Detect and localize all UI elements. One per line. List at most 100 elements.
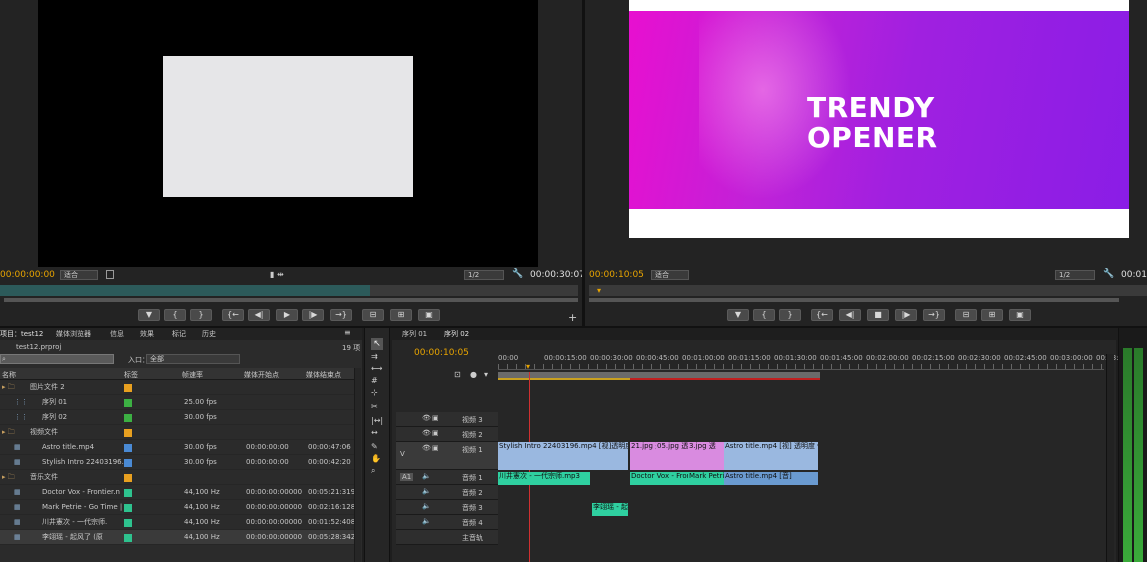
list-item[interactable]: ▸ 🗀 音乐文件	[0, 470, 354, 485]
image-clip[interactable]: 3.jpg 透	[688, 442, 724, 470]
source-insert-button[interactable]: ⊟	[362, 309, 384, 321]
entry-select[interactable]: 全部	[146, 354, 240, 364]
selection-tool-icon[interactable]: ↖	[371, 338, 383, 350]
ripple-edit-tool-icon[interactable]: ⟷	[371, 364, 382, 373]
program-extract-button[interactable]: ⊞	[981, 309, 1003, 321]
audio-clip[interactable]: Doctor Vox - Fron	[630, 472, 688, 485]
tab-info[interactable]: 信息	[110, 329, 124, 339]
program-step-forward-button[interactable]: |▶	[895, 309, 917, 321]
tab-effects[interactable]: 效果	[140, 329, 154, 339]
source-timecode[interactable]: 00:00:00:00	[0, 270, 55, 280]
program-settings-icon[interactable]: 🔧	[1103, 269, 1114, 279]
source-fit-select[interactable]: 适合	[60, 270, 98, 280]
tab-history[interactable]: 历史	[202, 329, 216, 339]
col-name[interactable]: 名称	[2, 370, 16, 380]
list-item[interactable]: ▦ Doctor Vox - Frontier.n 44,100 Hz 00:00:0…	[0, 485, 354, 500]
list-item[interactable]: ▦ Mark Petrie - Go Time | 44,100 Hz 00:00:0…	[0, 500, 354, 515]
eye-icon[interactable]: 👁	[422, 414, 431, 422]
source-zoom-bar[interactable]	[4, 298, 578, 302]
lock-icon[interactable]: ▣	[432, 444, 439, 452]
audio-clip[interactable]: Astro title.mp4 [音]	[724, 472, 818, 485]
program-mark-in-button[interactable]: ▼	[727, 309, 749, 321]
source-mark-out-button[interactable]: }	[190, 309, 212, 321]
label-color-swatch[interactable]	[124, 474, 132, 482]
image-clip[interactable]: 05.jpg 透	[656, 442, 688, 470]
speaker-icon[interactable]: 🔈	[422, 517, 431, 525]
program-scrub-bar[interactable]: ▾	[589, 285, 1147, 296]
search-input[interactable]: ⌕	[0, 354, 114, 364]
program-lift-button[interactable]: ⊟	[955, 309, 977, 321]
list-item[interactable]: ▦ Astro title.mp4 30.00 fps 00:00:00:00 00:0…	[0, 440, 354, 455]
speaker-icon[interactable]: 🔈	[422, 502, 431, 510]
source-go-out-button[interactable]: →}	[330, 309, 352, 321]
source-scrub-bar[interactable]	[0, 285, 578, 296]
source-add-button-icon[interactable]: +	[568, 311, 577, 324]
program-mark-in-point-button[interactable]: {	[753, 309, 775, 321]
lock-icon[interactable]: ▣	[432, 414, 439, 422]
rate-stretch-tool-icon[interactable]: ⊹	[371, 388, 378, 397]
source-resolution-select[interactable]: 1/2	[464, 270, 504, 280]
marker-icon[interactable]: ●	[470, 370, 477, 379]
tab-sequence-01[interactable]: 序列 01	[402, 329, 427, 339]
slip-tool-icon[interactable]: |↔|	[371, 416, 383, 425]
audio-clip[interactable]: 李翊瑶 - 起	[592, 503, 628, 516]
tab-markers[interactable]: 标记	[172, 329, 186, 339]
pen-tool-icon[interactable]: ✎	[371, 442, 378, 451]
label-color-swatch[interactable]	[124, 459, 132, 467]
program-go-in-button[interactable]: {←	[811, 309, 833, 321]
program-export-frame-button[interactable]: ▣	[1009, 309, 1031, 321]
label-color-swatch[interactable]	[124, 504, 132, 512]
label-color-swatch[interactable]	[124, 384, 132, 392]
add-marker-icon[interactable]: ▾	[484, 370, 488, 379]
source-overwrite-button[interactable]: ⊞	[390, 309, 412, 321]
track-area[interactable]: Stylish Intro 22403196.mp4 [视]透明度 ▾ 21.j…	[498, 412, 1104, 552]
tab-media-browser[interactable]: 媒体浏览器	[56, 329, 91, 339]
program-zoom-bar[interactable]	[589, 298, 1119, 302]
col-media-end[interactable]: 媒体结束点	[306, 370, 341, 380]
col-label[interactable]: 标签	[124, 370, 138, 380]
audio-clip[interactable]: Mark Petri	[688, 472, 724, 485]
a1-source-patch[interactable]: A1	[400, 473, 414, 481]
slide-tool-icon[interactable]: ↔	[371, 428, 378, 437]
label-color-swatch[interactable]	[124, 444, 132, 452]
label-color-swatch[interactable]	[124, 429, 132, 437]
image-clip[interactable]: 21.jpg 透	[630, 442, 656, 470]
track-select-tool-icon[interactable]: ⇉	[371, 352, 378, 361]
source-play-button[interactable]: ▶	[276, 309, 298, 321]
program-mark-out-button[interactable]: }	[779, 309, 801, 321]
list-item[interactable]: ▦ 李翊瑶 - 起风了 (原 44,100 Hz 00:00:00:00000 00:0…	[0, 530, 354, 545]
label-color-swatch[interactable]	[124, 399, 132, 407]
audio-clip[interactable]: 川井憲次 - 一代宗师.mp3	[498, 472, 590, 485]
video-clip[interactable]: Astro title.mp4 [视] 透明度 ▾	[724, 442, 818, 470]
source-go-in-button[interactable]: {←	[222, 309, 244, 321]
program-playhead-icon[interactable]: ▾	[597, 286, 601, 295]
playhead-marker-icon[interactable]: ▾	[526, 362, 530, 371]
program-timecode[interactable]: 00:00:10:05	[589, 270, 644, 280]
label-color-swatch[interactable]	[124, 534, 132, 542]
video-clip[interactable]: Stylish Intro 22403196.mp4 [视]透明度 ▾	[498, 442, 628, 470]
razor-tool-icon[interactable]: ✂	[371, 402, 378, 411]
time-ruler[interactable]: 00:00 00:00:15:00 00:00:30:00 00:00:45:00 00…	[498, 354, 1123, 382]
zoom-tool-icon[interactable]: ⌕	[371, 466, 375, 476]
list-item[interactable]: ▦ 川井憲次 - 一代宗师. 44,100 Hz 00:00:00:00000 00:0…	[0, 515, 354, 530]
source-mark-in-point-button[interactable]: {	[164, 309, 186, 321]
project-scrollbar[interactable]	[354, 368, 361, 562]
label-color-swatch[interactable]	[124, 489, 132, 497]
program-stop-button[interactable]: ■	[867, 309, 889, 321]
col-framerate[interactable]: 帧速率	[182, 370, 203, 380]
program-resolution-select[interactable]: 1/2	[1055, 270, 1095, 280]
label-color-swatch[interactable]	[124, 519, 132, 527]
source-step-forward-button[interactable]: |▶	[302, 309, 324, 321]
rolling-edit-tool-icon[interactable]: #	[371, 376, 378, 385]
program-step-back-button[interactable]: ◀|	[839, 309, 861, 321]
lock-icon[interactable]: ▣	[432, 429, 439, 437]
program-fit-select[interactable]: 适合	[651, 270, 689, 280]
eye-icon[interactable]: 👁	[422, 444, 431, 452]
tab-project[interactable]: 项目：test12	[0, 329, 43, 339]
hand-tool-icon[interactable]: ✋	[371, 454, 381, 463]
source-marker-icon[interactable]	[106, 270, 114, 279]
source-mark-in-button[interactable]: ▼	[138, 309, 160, 321]
speaker-icon[interactable]: 🔈	[422, 472, 431, 480]
snap-icon[interactable]: ⊡	[454, 370, 461, 379]
list-item[interactable]: ▦ Stylish Intro 22403196. 30.00 fps 00:00:0…	[0, 455, 354, 470]
